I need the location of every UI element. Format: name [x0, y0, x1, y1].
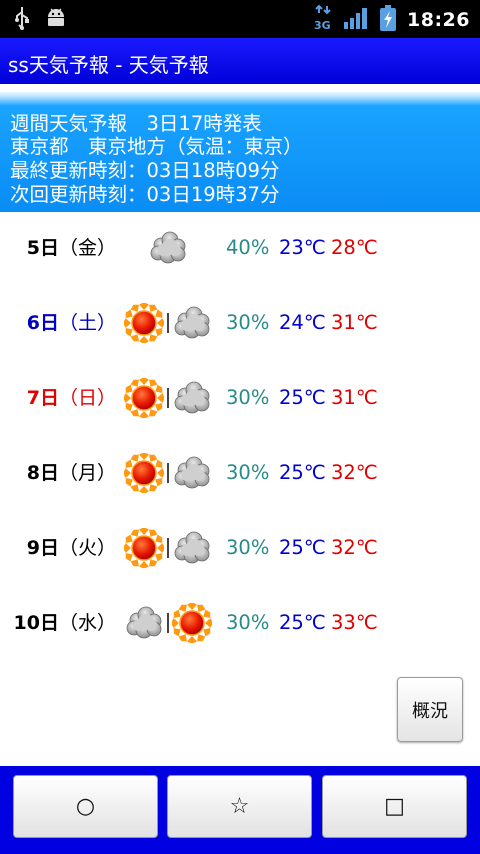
weather-separator [167, 313, 169, 333]
weather-icons [123, 377, 214, 419]
signal-strength-icon [343, 6, 369, 34]
forecast-row: 8日（月） 30% 25℃ 32℃ [0, 443, 480, 503]
cloudy-icon [124, 603, 164, 643]
app-title: ss天気予報 - 天気予報 [8, 53, 209, 77]
next-update-time: 次回更新時刻：03日19時37分 [10, 183, 280, 206]
max-temperature: 33℃ [331, 611, 378, 634]
precipitation-probability: 30% [226, 386, 270, 409]
forecast-date: 6日 [26, 312, 59, 334]
forecast-date: 5日 [26, 237, 59, 259]
min-temperature: 23℃ [279, 236, 326, 259]
android-debug-icon [44, 6, 68, 34]
min-temperature: 25℃ [279, 611, 326, 634]
forecast-weekday: （火） [58, 537, 116, 559]
network-type-label: 3G [314, 19, 331, 32]
weather-separator [167, 463, 169, 483]
cloudy-icon [172, 378, 212, 418]
weather-separator [167, 538, 169, 558]
status-bar-notifications [14, 6, 68, 34]
max-temperature: 31℃ [331, 386, 378, 409]
forecast-row: 6日（土） 30% 24℃ 31℃ [0, 293, 480, 353]
forecast-day: 7日（日） [27, 368, 116, 428]
bottom-toolbar: ○ ☆ □ [0, 766, 480, 854]
forecast-date: 8日 [26, 462, 59, 484]
forecast-row: 10日（水） 30% 25℃ 33℃ [0, 593, 480, 653]
sunny-icon [123, 302, 165, 344]
forecast-row: 9日（火） 30% 25℃ 32℃ [0, 518, 480, 578]
clock: 18:26 [407, 9, 470, 31]
forecast-day: 6日（土） [27, 293, 116, 353]
precipitation-probability: 30% [226, 536, 270, 559]
cloudy-icon [172, 303, 212, 343]
circle-button[interactable]: ○ [13, 775, 158, 838]
forecast-weekday: （金） [58, 237, 116, 259]
min-temperature: 25℃ [279, 386, 326, 409]
sunny-icon [123, 527, 165, 569]
max-temperature: 32℃ [331, 461, 378, 484]
forecast-weekday: （土） [58, 312, 116, 334]
forecast-day: 5日（金） [27, 218, 116, 278]
min-temperature: 25℃ [279, 536, 326, 559]
overview-button[interactable]: 概況 [397, 677, 463, 742]
status-bar: 3G 18:26 [0, 0, 480, 38]
weather-separator [167, 388, 169, 408]
max-temperature: 32℃ [331, 536, 378, 559]
forecast-date: 10日 [13, 612, 59, 634]
precipitation-probability: 40% [226, 236, 270, 259]
weather-icons [123, 452, 214, 494]
precipitation-probability: 30% [226, 311, 270, 334]
forecast-weekday: （水） [58, 612, 116, 634]
min-temperature: 25℃ [279, 461, 326, 484]
forecast-row: 5日（金） 40% 23℃ 28℃ [0, 218, 480, 278]
star-button[interactable]: ☆ [167, 775, 312, 838]
mobile-data-3g-icon: 3G [313, 4, 333, 36]
max-temperature: 28℃ [331, 236, 378, 259]
cloudy-icon [172, 453, 212, 493]
weather-icons [124, 228, 214, 268]
precipitation-probability: 30% [226, 461, 270, 484]
battery-charging-icon [379, 4, 397, 36]
sunny-icon [123, 377, 165, 419]
cloudy-icon [148, 228, 188, 268]
forecast-weekday: （日） [58, 387, 116, 409]
forecast-weekday: （月） [58, 462, 116, 484]
precipitation-probability: 30% [226, 611, 270, 634]
weather-icons [124, 602, 214, 644]
weather-icons [123, 302, 214, 344]
forecast-day: 8日（月） [27, 443, 116, 503]
sunny-icon [171, 602, 213, 644]
forecast-date: 9日 [26, 537, 59, 559]
sunny-icon [123, 452, 165, 494]
weather-icons [123, 527, 214, 569]
square-button[interactable]: □ [322, 775, 467, 838]
usb-icon [14, 6, 30, 34]
forecast-row: 7日（日） 30% 25℃ 31℃ [0, 368, 480, 428]
forecast-date: 7日 [26, 387, 59, 409]
status-bar-system: 3G 18:26 [313, 4, 470, 36]
weather-separator [167, 613, 169, 633]
forecast-day: 10日（水） [14, 593, 116, 653]
cloudy-icon [172, 528, 212, 568]
forecast-info-panel: 週間天気予報 3日17時発表 東京都 東京地方（気温：東京） 最終更新時刻：03… [0, 92, 480, 212]
forecast-day: 9日（火） [27, 518, 116, 578]
max-temperature: 31℃ [331, 311, 378, 334]
min-temperature: 24℃ [279, 311, 326, 334]
title-bar: ss天気予報 - 天気予報 [0, 38, 480, 84]
